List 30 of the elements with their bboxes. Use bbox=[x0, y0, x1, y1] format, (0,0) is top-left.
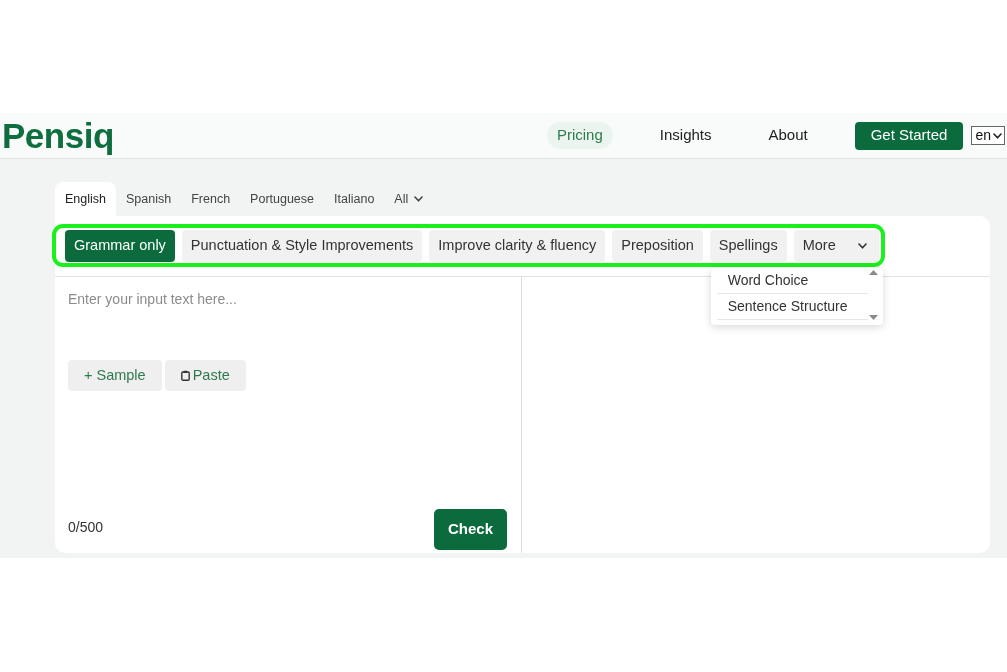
language-tab[interactable]: English bbox=[55, 182, 116, 216]
mode-button[interactable]: Spellings bbox=[709, 230, 787, 262]
language-tab[interactable]: Italiano bbox=[324, 182, 385, 216]
mode-button[interactable]: Improve clarity & fluency bbox=[429, 230, 606, 262]
paste-button[interactable]: Paste bbox=[164, 360, 246, 391]
brand-logo[interactable]: Pensiq bbox=[2, 118, 114, 153]
nav-link[interactable]: Insights bbox=[649, 122, 722, 149]
nav-link[interactable]: Pricing bbox=[546, 122, 613, 149]
check-button[interactable]: Check bbox=[433, 509, 507, 550]
chevron-down-icon bbox=[414, 196, 424, 202]
chevron-down-icon bbox=[857, 243, 867, 249]
mode-button[interactable]: Grammar only bbox=[65, 230, 175, 262]
language-tab[interactable]: Spanish bbox=[116, 182, 182, 216]
scroll-up-arrow-icon bbox=[869, 270, 879, 275]
mode-button[interactable]: Preposition bbox=[612, 230, 703, 262]
character-count: 0/500 bbox=[68, 518, 104, 537]
chevron-down-icon bbox=[993, 132, 1002, 139]
language-tab[interactable]: French bbox=[181, 182, 241, 216]
menu-item[interactable]: Sentence Structure bbox=[716, 294, 868, 320]
language-select[interactable]: en bbox=[971, 126, 1005, 145]
more-dropdown-button[interactable]: More bbox=[793, 230, 879, 262]
get-started-button[interactable]: Get Started bbox=[854, 121, 964, 150]
sample-button[interactable]: + Sample bbox=[68, 360, 162, 391]
scroll-down-arrow-icon bbox=[869, 315, 879, 320]
menu-item[interactable]: Word Choice bbox=[716, 268, 868, 294]
mode-button[interactable]: Punctuation & Style Improvements bbox=[181, 230, 423, 262]
language-tab[interactable]: All bbox=[384, 182, 434, 216]
nav-link[interactable]: About bbox=[758, 122, 818, 149]
clipboard-icon bbox=[180, 370, 190, 381]
language-tab[interactable]: Portuguese bbox=[240, 182, 325, 216]
